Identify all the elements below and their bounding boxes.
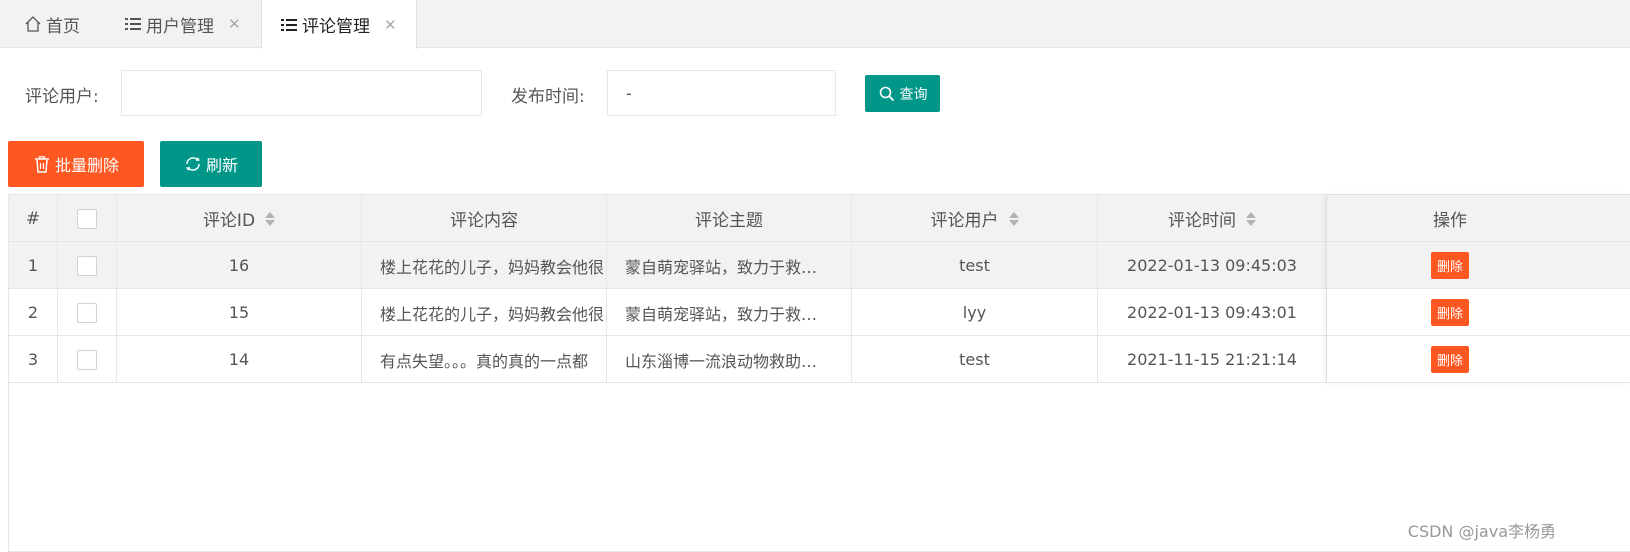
row-select[interactable]	[58, 242, 117, 289]
row-id: 14	[117, 336, 362, 383]
watermark: CSDN @java李杨勇	[1407, 522, 1556, 541]
row-index: 3	[9, 336, 58, 383]
batch-delete-button[interactable]: 批量删除	[8, 141, 144, 187]
row-topic: 山东淄博一流浪动物救助…	[607, 336, 852, 383]
header-user[interactable]: 评论用户	[852, 195, 1098, 242]
select-all-checkbox[interactable]	[77, 208, 97, 229]
row-user: test	[852, 242, 1098, 289]
trash-icon	[33, 155, 51, 173]
row-index: 1	[9, 242, 58, 289]
header-topic: 评论主题	[607, 195, 852, 242]
header-index: #	[9, 195, 58, 242]
tab-home[interactable]: 首页	[24, 0, 104, 48]
header-content: 评论内容	[362, 195, 607, 242]
row-checkbox[interactable]	[77, 302, 97, 323]
list-icon	[124, 15, 142, 33]
row-content: 楼上花花的儿子，妈妈教会他很	[362, 242, 607, 289]
query-label: 查询	[899, 86, 928, 103]
row-content: 楼上花花的儿子，妈妈教会他很	[362, 289, 607, 336]
row-content: 有点失望。。。真的真的一点都	[362, 336, 607, 383]
publish-time-label: 发布时间:	[511, 87, 585, 107]
tab-bar: 首页 用户管理 ✕ 评论管理 ✕	[0, 0, 1630, 49]
publish-time-input[interactable]: -	[607, 70, 836, 116]
row-select[interactable]	[58, 336, 117, 383]
tab-label: 首页	[46, 16, 80, 37]
refresh-button[interactable]: 刷新	[160, 141, 262, 187]
sort-icon[interactable]	[1008, 211, 1019, 226]
row-select[interactable]	[58, 289, 117, 336]
home-icon	[24, 15, 42, 33]
header-id-label: 评论ID	[202, 211, 256, 231]
tab-label: 用户管理	[146, 16, 214, 37]
row-id: 16	[117, 242, 362, 289]
query-button[interactable]: 查询	[865, 75, 940, 112]
header-time[interactable]: 评论时间	[1098, 195, 1327, 242]
row-checkbox[interactable]	[77, 255, 97, 276]
sort-icon[interactable]	[265, 211, 276, 226]
row-time: 2021-11-15 21:21:14	[1098, 336, 1327, 383]
batch-delete-label: 批量删除	[54, 156, 119, 175]
tab-label: 评论管理	[302, 17, 370, 37]
refresh-label: 刷新	[205, 156, 238, 175]
row-time: 2022-01-13 09:43:01	[1098, 289, 1327, 336]
header-user-label: 评论用户	[930, 211, 999, 231]
row-time: 2022-01-13 09:45:03	[1098, 242, 1327, 289]
close-icon[interactable]: ✕	[228, 15, 241, 33]
row-index: 2	[9, 289, 58, 336]
row-topic: 蒙自萌宠驿站，致力于救…	[607, 289, 852, 336]
close-icon[interactable]: ✕	[384, 16, 397, 34]
row-user: test	[852, 336, 1098, 383]
comment-table: # 评论ID 评论内容 评论主题 评论用户 评论时间 操作 1 16 楼上花花的…	[8, 194, 1630, 552]
header-time-label: 评论时间	[1168, 211, 1236, 231]
comment-user-label: 评论用户:	[25, 87, 99, 107]
refresh-icon	[184, 155, 202, 173]
header-select-all[interactable]	[58, 195, 117, 242]
comment-user-input[interactable]	[121, 70, 482, 116]
tab-comment-management[interactable]: 评论管理 ✕	[261, 0, 417, 49]
header-id[interactable]: 评论ID	[117, 195, 362, 242]
fixed-actions-column-shadow	[1327, 195, 1630, 383]
list-icon	[280, 16, 298, 34]
row-id: 15	[117, 289, 362, 336]
sort-icon[interactable]	[1246, 211, 1256, 226]
row-user: lyy	[852, 289, 1098, 336]
row-topic: 蒙自萌宠驿站，致力于救…	[607, 242, 852, 289]
search-icon	[878, 85, 896, 103]
tab-user-management[interactable]: 用户管理 ✕	[124, 0, 254, 48]
row-checkbox[interactable]	[77, 349, 97, 370]
